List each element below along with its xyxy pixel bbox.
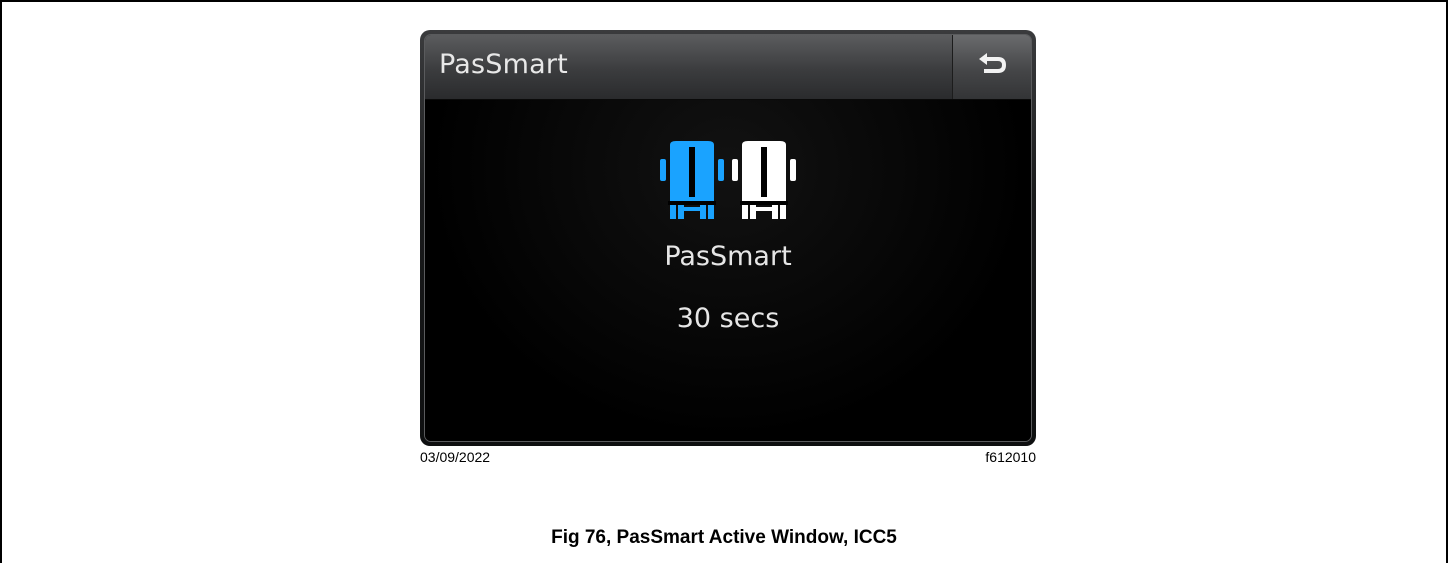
figure-caption: Fig 76, PasSmart Active Window, ICC5 <box>551 527 897 548</box>
figure-code: f612010 <box>985 449 1036 465</box>
screen-title: PasSmart <box>439 49 568 80</box>
status-value: 30 secs <box>676 303 780 334</box>
screen-header: PasSmart <box>425 35 1031 100</box>
truck-front-icon-active <box>660 141 724 224</box>
back-arrow-icon <box>976 52 1008 82</box>
document-page: PasSmart PasSmart 30 secs 03/09/2022 f61… <box>0 0 1448 563</box>
back-button[interactable] <box>952 35 1031 99</box>
figure-date: 03/09/2022 <box>420 449 491 465</box>
display-screen-inner: PasSmart PasSmart 30 secs <box>424 34 1032 442</box>
truck-front-icon <box>732 141 796 224</box>
status-label: PasSmart <box>664 241 792 272</box>
display-screen: PasSmart PasSmart 30 secs <box>420 30 1036 446</box>
truck-icons <box>425 141 1031 224</box>
